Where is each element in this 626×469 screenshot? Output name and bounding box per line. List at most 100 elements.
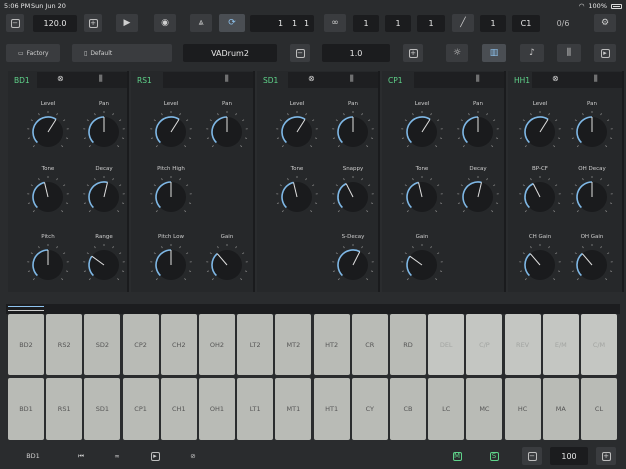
pad-lc[interactable]: LC (428, 378, 465, 440)
channel-close-icon[interactable]: ⊗ (552, 74, 559, 83)
knob-pan[interactable]: Pan (566, 101, 618, 156)
bottom-play-button[interactable]: ▸ (145, 448, 165, 464)
knob-pitch[interactable]: Pitch (22, 234, 74, 289)
knob-oh-decay[interactable]: OH Decay (566, 166, 618, 221)
channel-settings-icon[interactable]: ⫼ (225, 74, 229, 84)
pad-e-m[interactable]: E/M (542, 314, 579, 375)
channel-header[interactable]: CP1 ⫼ (382, 71, 504, 89)
settings-button[interactable]: ⚙ (594, 14, 616, 32)
loop-length-field-1[interactable]: 1 (353, 15, 379, 32)
knob-pan[interactable]: Pan (201, 101, 253, 156)
knob-level[interactable]: Level (514, 101, 566, 156)
bank-selector[interactable]: ▭ Factory (6, 44, 60, 62)
pad-del[interactable]: DEL (428, 314, 465, 375)
media-button[interactable]: ▸ (594, 44, 616, 62)
loop-length-field-3[interactable]: 1 (417, 15, 445, 32)
knob-range[interactable]: Range (78, 234, 130, 289)
channel-header[interactable]: RS1 ⫼ (131, 71, 253, 89)
velocity-increase-button[interactable]: + (596, 447, 616, 465)
pad-mt1[interactable]: MT1 (275, 378, 312, 440)
mute-button[interactable]: M (447, 448, 467, 464)
pad-sd2[interactable]: SD2 (84, 314, 121, 375)
channel-settings-icon[interactable]: ⫼ (99, 74, 103, 84)
knob-pan[interactable]: Pan (327, 101, 379, 156)
record-button[interactable]: ◉ (154, 14, 176, 32)
knob-tone[interactable]: Tone (22, 166, 74, 221)
loop-toggle-button[interactable]: ⟳ (219, 14, 245, 32)
pad-mt2[interactable]: MT2 (275, 314, 312, 375)
mute-all-button[interactable]: ⊘ (182, 448, 204, 464)
knob-bp-cf[interactable]: BP-CF (514, 166, 566, 221)
pad-c-m[interactable]: C/M (581, 314, 617, 375)
position-display[interactable]: 1 1 1 (250, 15, 314, 32)
pad-bd1[interactable]: BD1 (8, 378, 44, 440)
pad-sd1[interactable]: SD1 (84, 378, 121, 440)
knob-level[interactable]: Level (271, 101, 323, 156)
velocity-decrease-button[interactable]: − (522, 447, 542, 465)
tempo-increase-button[interactable]: + (84, 14, 102, 32)
pad-hc[interactable]: HC (504, 378, 541, 440)
pad-cr[interactable]: CR (351, 314, 388, 375)
bottom-loop-button[interactable]: ∞ (106, 448, 128, 464)
note-field[interactable]: C1 (512, 15, 540, 32)
knob-level[interactable]: Level (22, 101, 74, 156)
pad-cy[interactable]: CY (351, 378, 388, 440)
channel-header[interactable]: SD1 ⊗ ⫼ (257, 71, 378, 89)
channel-close-icon[interactable]: ⊗ (57, 74, 64, 83)
knob-level[interactable]: Level (145, 101, 197, 156)
knob-snappy[interactable]: Snappy (327, 166, 379, 221)
channel-header[interactable]: BD1 ⊗ ⫼ (8, 71, 127, 89)
knob-pan[interactable]: Pan (78, 101, 130, 156)
knob-gain[interactable]: Gain (201, 234, 253, 289)
bottom-channel-label[interactable]: BD1 (6, 448, 60, 464)
knob-pitch-low[interactable]: Pitch Low (145, 234, 197, 289)
pad-ht2[interactable]: HT2 (313, 314, 350, 375)
pad-ch2[interactable]: CH2 (160, 314, 197, 375)
note-view-button[interactable]: ♪ (520, 44, 544, 62)
knob-tone[interactable]: Tone (396, 166, 448, 221)
pad-cb[interactable]: CB (390, 378, 426, 440)
keyboard-view-button[interactable]: ▥ (482, 44, 506, 62)
knob-gain[interactable]: Gain (396, 234, 448, 289)
pad-rs1[interactable]: RS1 (46, 378, 83, 440)
tempo-display[interactable]: 120.0 (33, 15, 77, 32)
pad-oh1[interactable]: OH1 (199, 378, 235, 440)
loop-length-field-2[interactable]: 1 (385, 15, 411, 32)
pad-cp2[interactable]: CP2 (122, 314, 159, 375)
pad-bd2[interactable]: BD2 (8, 314, 44, 375)
pad-cp1[interactable]: CP1 (122, 378, 159, 440)
mixer-view-button[interactable]: ⫼ (557, 44, 581, 62)
pad-oh2[interactable]: OH2 (199, 314, 235, 375)
pad-ma[interactable]: MA (542, 378, 579, 440)
pad-lt1[interactable]: LT1 (237, 378, 274, 440)
knob-ch-gain[interactable]: CH Gain (514, 234, 566, 289)
knob-pan[interactable]: Pan (452, 101, 504, 156)
pad-lt2[interactable]: LT2 (237, 314, 274, 375)
pad-rs2[interactable]: RS2 (46, 314, 83, 375)
channel-settings-icon[interactable]: ⫼ (476, 74, 480, 84)
brightness-button[interactable]: ☼ (446, 44, 468, 62)
kit-name-field[interactable]: VADrum2 (183, 44, 277, 62)
link-button[interactable]: ∞ (324, 14, 346, 32)
play-button[interactable]: ▶ (116, 14, 138, 32)
channel-close-icon[interactable]: ⊗ (308, 74, 315, 83)
value-increase-button[interactable]: + (403, 44, 423, 62)
slope-button[interactable]: ╱ (452, 14, 474, 32)
pad-c-p[interactable]: C/P (466, 314, 503, 375)
pad-rev[interactable]: REV (504, 314, 541, 375)
metronome-button[interactable]: ⩓ (190, 14, 212, 32)
solo-button[interactable]: S (484, 448, 504, 464)
pad-ht1[interactable]: HT1 (313, 378, 350, 440)
pad-rd[interactable]: RD (390, 314, 426, 375)
knob-oh-gain[interactable]: OH Gain (566, 234, 618, 289)
pad-cl[interactable]: CL (581, 378, 617, 440)
value-display[interactable]: 1.0 (322, 44, 390, 62)
value-decrease-button[interactable]: − (290, 44, 310, 62)
preset-selector[interactable]: ▯ Default (72, 44, 172, 62)
channel-settings-icon[interactable]: ⫼ (350, 74, 354, 84)
knob-decay[interactable]: Decay (452, 166, 504, 221)
knob-pitch-high[interactable]: Pitch High (145, 166, 197, 221)
velocity-display[interactable]: 100 (550, 447, 588, 465)
pad-mc[interactable]: MC (466, 378, 503, 440)
knob-level[interactable]: Level (396, 101, 448, 156)
